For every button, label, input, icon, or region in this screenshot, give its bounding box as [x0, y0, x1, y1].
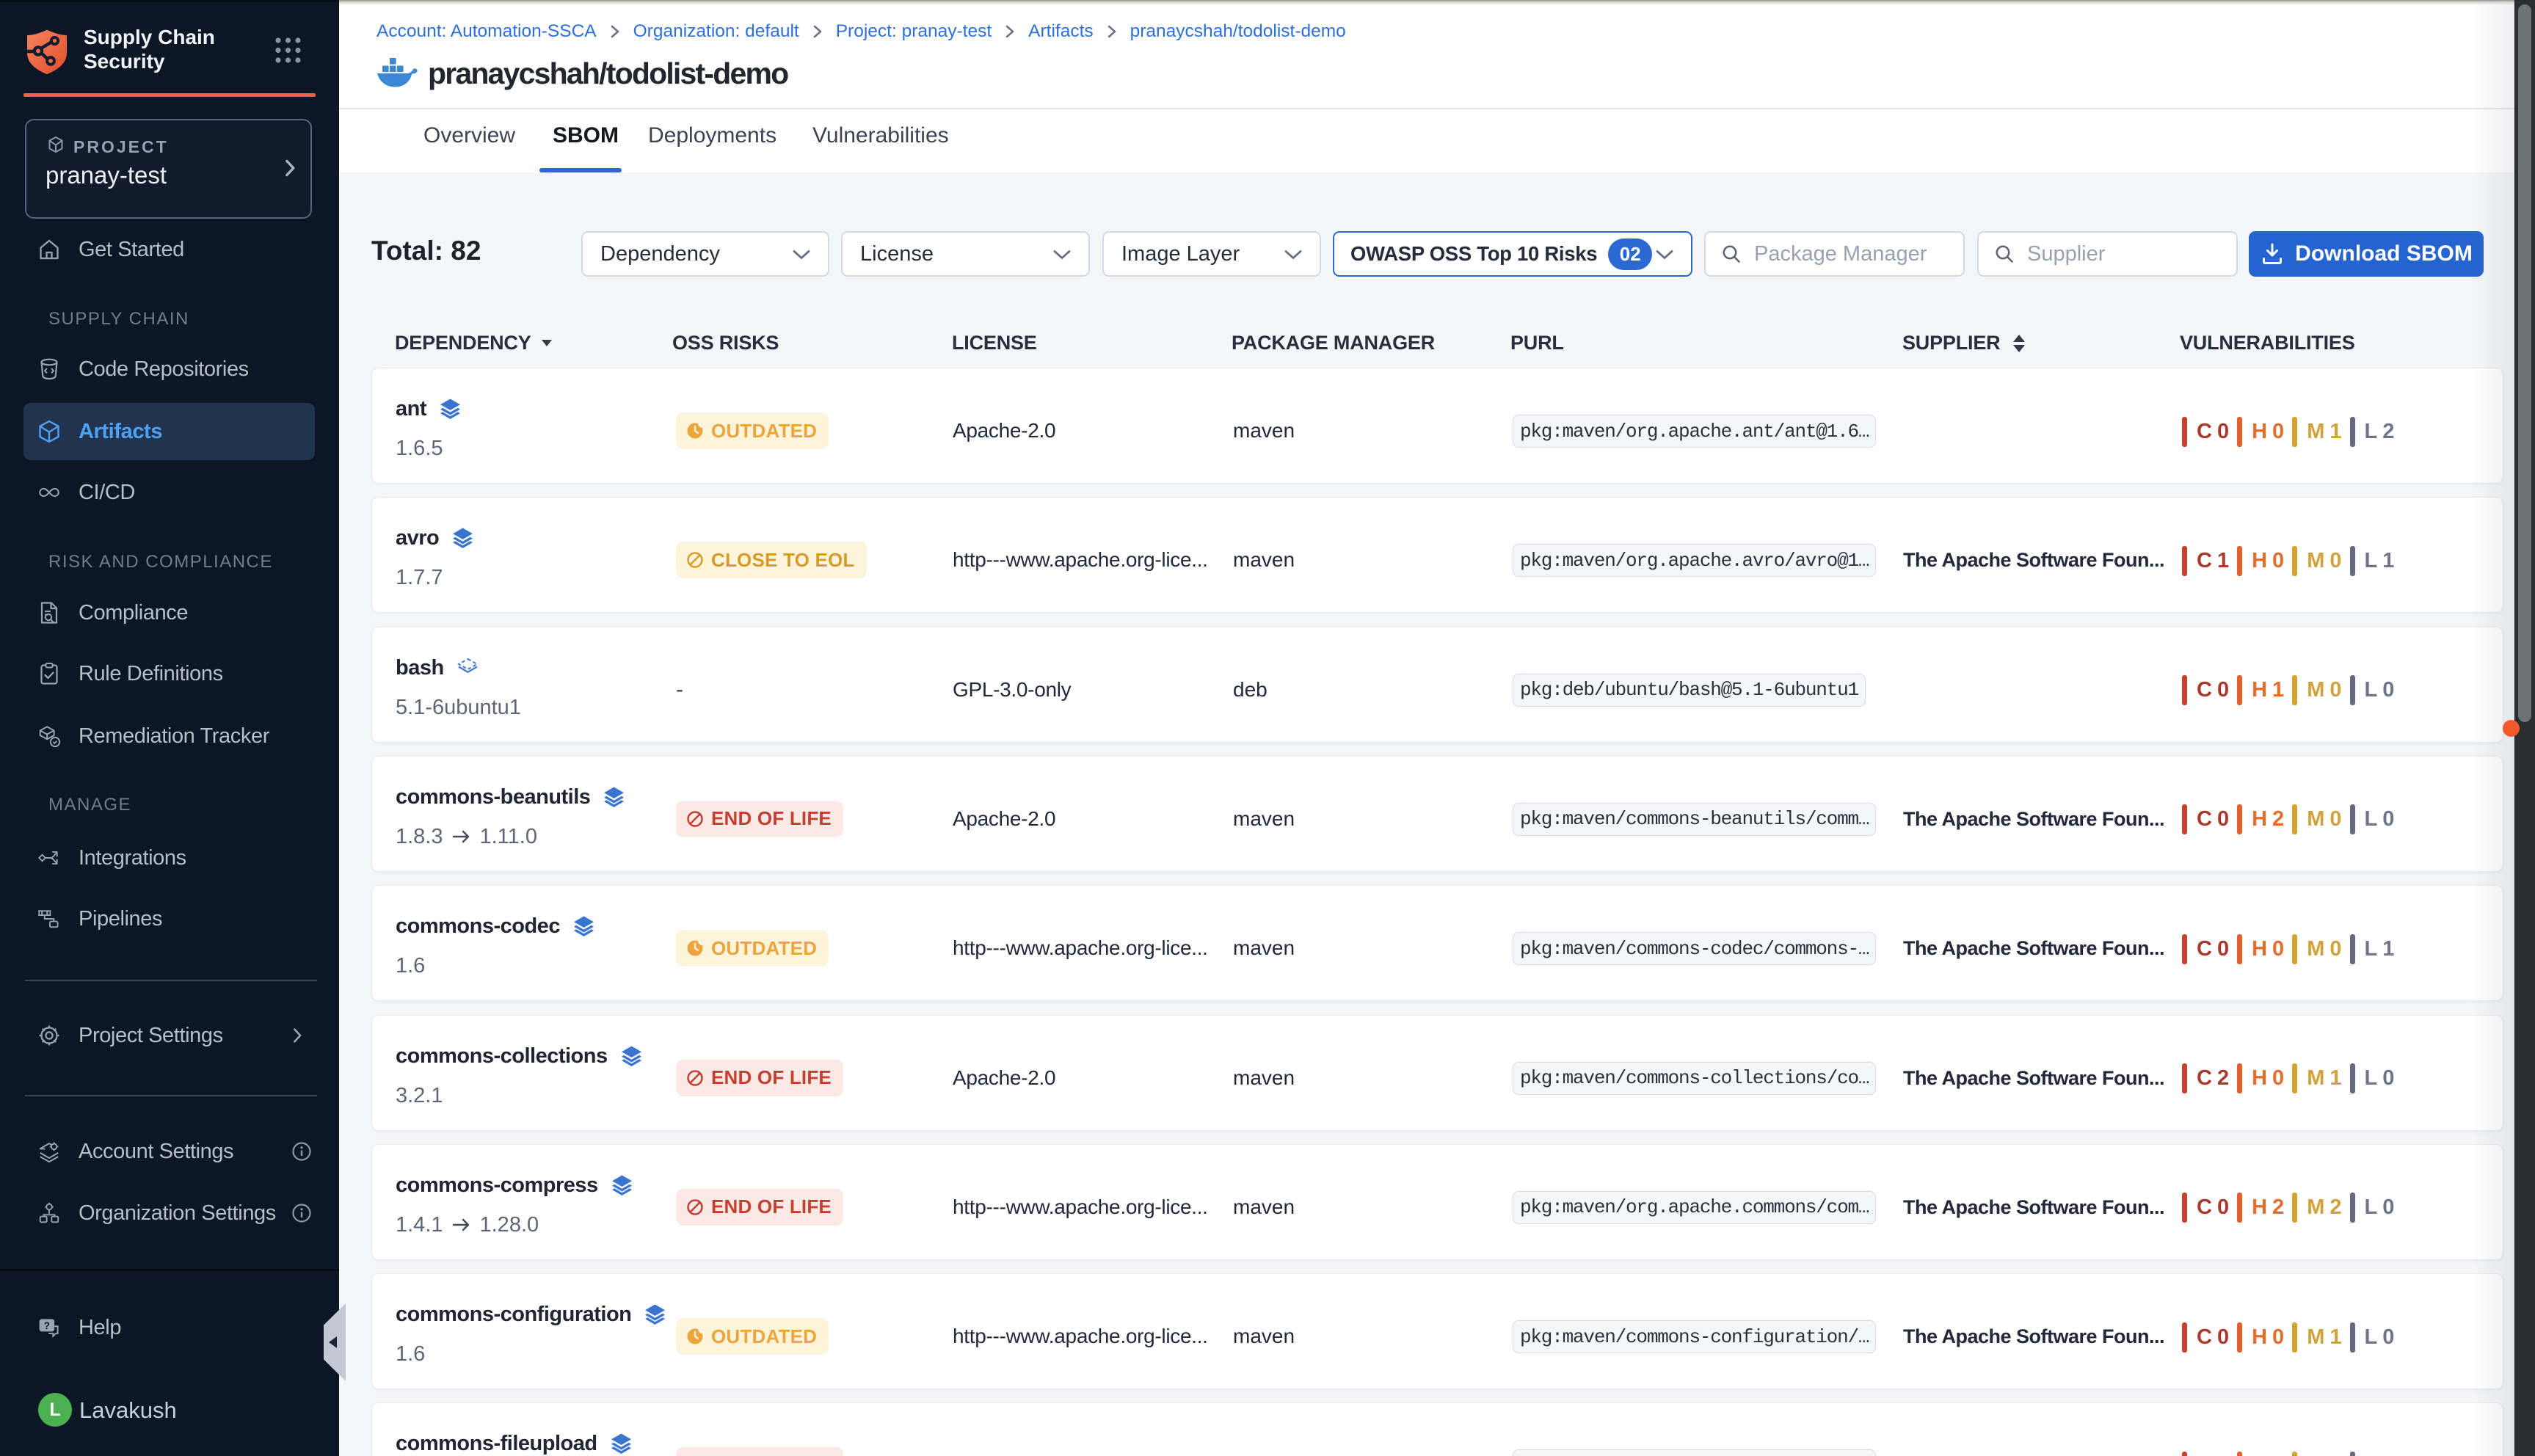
svg-text:?: ?	[44, 1320, 50, 1331]
